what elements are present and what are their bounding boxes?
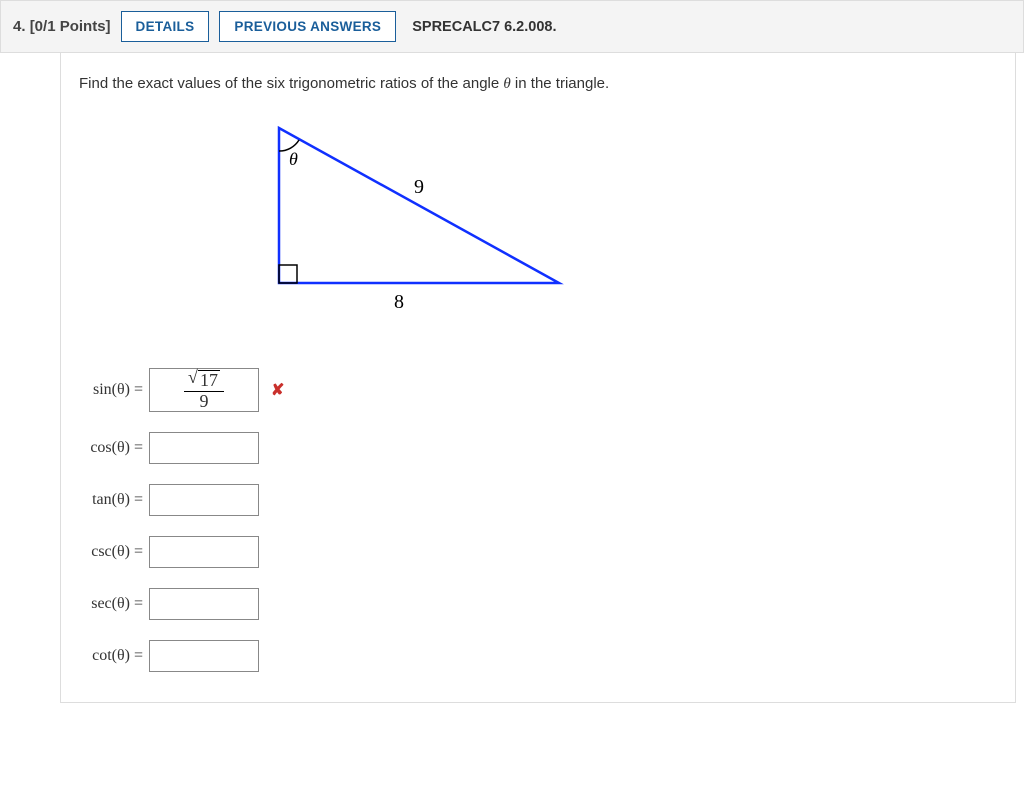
sin-input[interactable]: √17 9 (149, 368, 259, 412)
previous-answers-button[interactable]: PREVIOUS ANSWERS (219, 11, 396, 42)
hypotenuse-label: 9 (414, 176, 424, 198)
csc-label: csc(θ) = (79, 543, 143, 561)
answer-list: sin(θ) = √17 9 ✘ cos(θ) = tan(θ) = csc(θ… (79, 368, 997, 672)
tan-row: tan(θ) = (79, 484, 997, 516)
cos-label: cos(θ) = (79, 439, 143, 457)
csc-input[interactable] (149, 536, 259, 568)
sec-input[interactable] (149, 588, 259, 620)
csc-row: csc(θ) = (79, 536, 997, 568)
sec-row: sec(θ) = (79, 588, 997, 620)
base-label: 8 (394, 291, 404, 313)
triangle-svg: θ 9 8 (259, 113, 579, 323)
theta-label: θ (289, 149, 298, 169)
sin-row: sin(θ) = √17 9 ✘ (79, 368, 997, 412)
tan-label: tan(θ) = (79, 491, 143, 509)
triangle-figure: θ 9 8 (259, 113, 997, 328)
question-prompt: Find the exact values of the six trigono… (79, 75, 997, 93)
cot-row: cot(θ) = (79, 640, 997, 672)
sec-label: sec(θ) = (79, 595, 143, 613)
question-header: 4. [0/1 Points] DETAILS PREVIOUS ANSWERS… (0, 0, 1024, 53)
question-body: Find the exact values of the six trigono… (60, 53, 1016, 703)
incorrect-icon: ✘ (271, 380, 284, 400)
sin-label: sin(θ) = (79, 381, 143, 399)
cot-label: cot(θ) = (79, 647, 143, 665)
details-button[interactable]: DETAILS (121, 11, 210, 42)
cot-input[interactable] (149, 640, 259, 672)
cos-input[interactable] (149, 432, 259, 464)
question-number: 4. [0/1 Points] (13, 18, 111, 35)
question-code: SPRECALC7 6.2.008. (412, 19, 556, 35)
tan-input[interactable] (149, 484, 259, 516)
cos-row: cos(θ) = (79, 432, 997, 464)
